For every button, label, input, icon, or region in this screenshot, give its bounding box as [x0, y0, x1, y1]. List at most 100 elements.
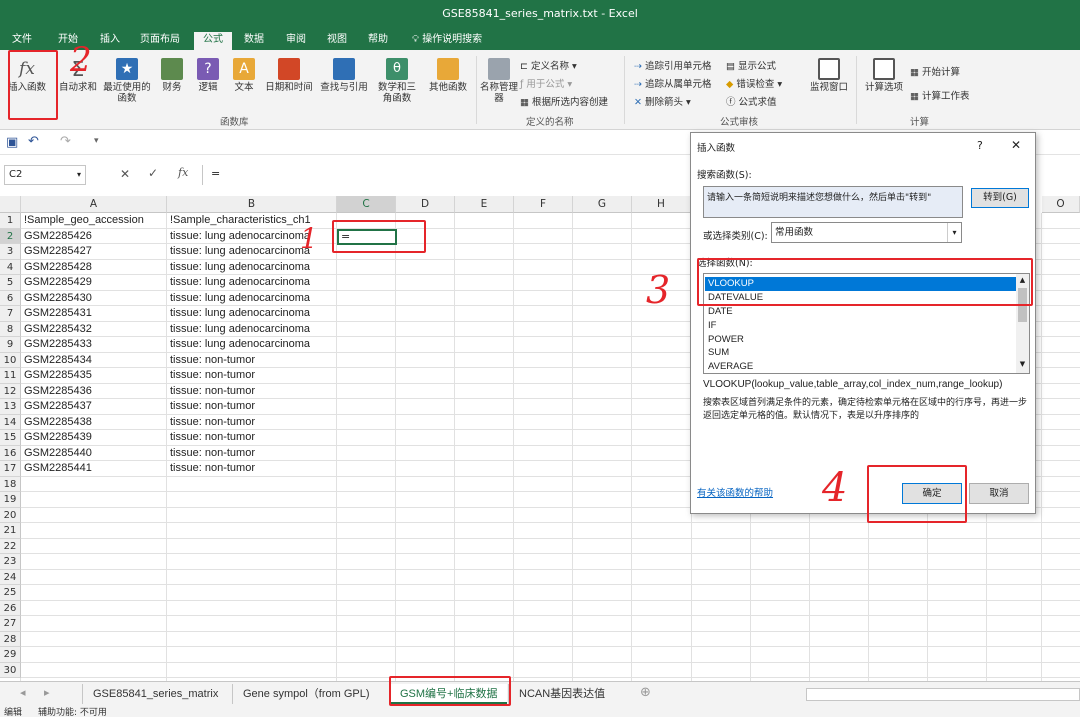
row-header[interactable]: 20: [0, 507, 21, 523]
tell-me[interactable]: 💡︎ 操作说明搜索: [408, 32, 486, 50]
calc-now-button[interactable]: ▦ 开始计算: [910, 64, 960, 78]
help-button[interactable]: ?: [977, 139, 983, 152]
row-header[interactable]: 7: [0, 306, 21, 322]
horizontal-scrollbar[interactable]: [806, 688, 1080, 701]
table-cell[interactable]: tissue: lung adenocarcinoma: [168, 322, 336, 338]
function-item[interactable]: AVERAGE: [705, 360, 1017, 374]
column-header[interactable]: H: [632, 196, 691, 213]
row-header[interactable]: 23: [0, 554, 21, 570]
logical-button[interactable]: ? 逻辑: [194, 58, 222, 93]
table-cell[interactable]: GSM2285440: [22, 446, 166, 462]
lookup-button[interactable]: 查找与引用: [318, 58, 370, 93]
tab-view[interactable]: 视图: [323, 32, 351, 50]
row-header[interactable]: 9: [0, 337, 21, 353]
column-header[interactable]: A: [21, 196, 167, 213]
row-header[interactable]: 1: [0, 213, 21, 229]
table-cell[interactable]: tissue: non-tumor: [168, 399, 336, 415]
table-cell[interactable]: GSM2285426: [22, 229, 166, 245]
customize-qat-icon[interactable]: ▾: [94, 136, 99, 146]
tab-insert[interactable]: 插入: [96, 32, 124, 50]
function-item[interactable]: IF: [705, 319, 1017, 333]
go-button[interactable]: 转到(G): [971, 188, 1029, 208]
table-cell[interactable]: GSM2285434: [22, 353, 166, 369]
table-cell[interactable]: GSM2285433: [22, 337, 166, 353]
tab-file[interactable]: 文件: [8, 32, 36, 50]
row-header[interactable]: 3: [0, 244, 21, 260]
row-header[interactable]: 14: [0, 414, 21, 430]
function-item[interactable]: SUM: [705, 346, 1017, 360]
table-cell[interactable]: tissue: lung adenocarcinoma: [168, 306, 336, 322]
table-cell[interactable]: GSM2285437: [22, 399, 166, 415]
table-cell[interactable]: tissue: non-tumor: [168, 415, 336, 431]
row-header[interactable]: 10: [0, 352, 21, 368]
cancel-button[interactable]: 取消: [969, 483, 1029, 504]
error-checking-button[interactable]: ◆ 错误检查 ▾: [726, 76, 782, 90]
row-header[interactable]: 17: [0, 461, 21, 477]
name-manager-button[interactable]: 名称管理器: [480, 58, 518, 104]
redo-icon[interactable]: ↷: [60, 134, 71, 149]
table-cell[interactable]: !Sample_geo_accession: [22, 213, 166, 229]
calc-options-button[interactable]: 计算选项: [862, 58, 906, 93]
use-in-formula-button[interactable]: ƒ 用于公式 ▾: [520, 76, 572, 90]
function-item[interactable]: POWER: [705, 333, 1017, 347]
row-header[interactable]: 11: [0, 368, 21, 384]
table-cell[interactable]: tissue: lung adenocarcinoma: [168, 291, 336, 307]
table-cell[interactable]: GSM2285429: [22, 275, 166, 291]
recent-functions-button[interactable]: ★ 最近使用的函数: [102, 58, 152, 104]
row-header[interactable]: 19: [0, 492, 21, 508]
table-cell[interactable]: GSM2285438: [22, 415, 166, 431]
sheet-tab[interactable]: GSE85841_series_matrix: [82, 684, 228, 704]
row-header[interactable]: 12: [0, 383, 21, 399]
scroll-right-icon[interactable]: ▸: [44, 686, 50, 699]
tab-formulas[interactable]: 公式: [194, 32, 232, 50]
define-name-button[interactable]: ⊏ 定义名称 ▾: [520, 58, 577, 72]
undo-icon[interactable]: ↶: [28, 134, 39, 149]
cancel-icon[interactable]: ✕: [120, 167, 130, 181]
calc-sheet-button[interactable]: ▦ 计算工作表: [910, 88, 970, 102]
table-cell[interactable]: tissue: lung adenocarcinoma: [168, 260, 336, 276]
row-header[interactable]: 15: [0, 430, 21, 446]
datetime-button[interactable]: 日期和时间: [264, 58, 314, 93]
row-header[interactable]: 16: [0, 445, 21, 461]
row-header[interactable]: 29: [0, 647, 21, 663]
text-button[interactable]: A 文本: [230, 58, 258, 93]
table-cell[interactable]: tissue: non-tumor: [168, 353, 336, 369]
table-cell[interactable]: GSM2285428: [22, 260, 166, 276]
column-header[interactable]: C: [337, 196, 396, 213]
column-header[interactable]: O: [1042, 196, 1080, 213]
table-cell[interactable]: GSM2285441: [22, 461, 166, 477]
table-cell[interactable]: GSM2285432: [22, 322, 166, 338]
table-cell[interactable]: GSM2285427: [22, 244, 166, 260]
function-item[interactable]: DATE: [705, 305, 1017, 319]
table-cell[interactable]: tissue: lung adenocarcinoma: [168, 275, 336, 291]
column-header[interactable]: F: [514, 196, 573, 213]
enter-icon[interactable]: ✓: [148, 166, 158, 180]
remove-arrows-button[interactable]: ✕ 删除箭头 ▾: [634, 94, 691, 108]
table-cell[interactable]: GSM2285435: [22, 368, 166, 384]
fx-icon[interactable]: fx: [178, 166, 188, 179]
column-header[interactable]: B: [167, 196, 337, 213]
add-sheet-icon[interactable]: ⊕: [640, 685, 651, 700]
scroll-left-icon[interactable]: ◂: [20, 686, 26, 699]
table-cell[interactable]: GSM2285436: [22, 384, 166, 400]
evaluate-formula-button[interactable]: ⓕ 公式求值: [726, 94, 777, 108]
sheet-tab[interactable]: NCAN基因表达值: [508, 684, 615, 704]
table-cell[interactable]: tissue: non-tumor: [168, 446, 336, 462]
column-header[interactable]: E: [455, 196, 514, 213]
row-header[interactable]: 6: [0, 290, 21, 306]
tab-data[interactable]: 数据: [240, 32, 268, 50]
tab-page-layout[interactable]: 页面布局: [136, 32, 184, 50]
save-icon[interactable]: ▣: [6, 135, 18, 150]
row-header[interactable]: 13: [0, 399, 21, 415]
status-accessibility[interactable]: 辅助功能: 不可用: [38, 705, 107, 718]
select-all-corner[interactable]: [0, 196, 21, 213]
table-cell[interactable]: GSM2285439: [22, 430, 166, 446]
create-from-selection-button[interactable]: ▦ 根据所选内容创建: [520, 94, 608, 108]
row-header[interactable]: 18: [0, 476, 21, 492]
tab-review[interactable]: 审阅: [282, 32, 310, 50]
name-box[interactable]: C2 ▾: [4, 165, 86, 185]
math-button[interactable]: θ 数学和三角函数: [374, 58, 420, 104]
row-header[interactable]: 21: [0, 523, 21, 539]
table-cell[interactable]: tissue: lung adenocarcinoma: [168, 337, 336, 353]
table-cell[interactable]: GSM2285430: [22, 291, 166, 307]
